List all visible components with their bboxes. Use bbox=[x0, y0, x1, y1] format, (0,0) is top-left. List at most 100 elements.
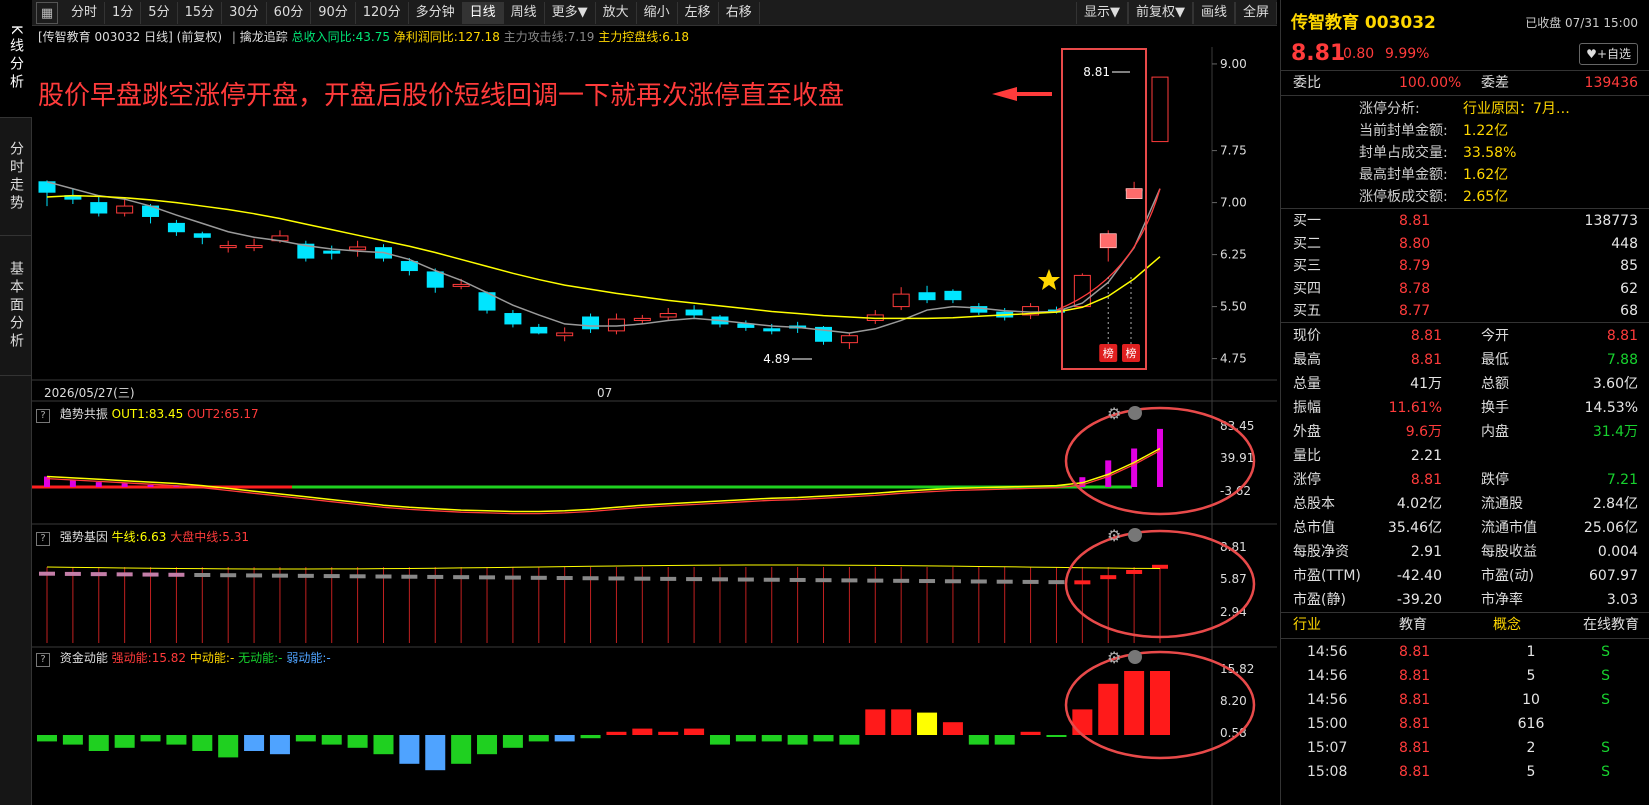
period-button[interactable]: 1分 bbox=[105, 1, 142, 24]
p2-block bbox=[1126, 569, 1143, 574]
panel3-bar: ? 资金动能 强动能:15.82 中动能:- 无动能:- 弱动能:- bbox=[32, 648, 1277, 668]
candle-body bbox=[349, 246, 367, 251]
p3-bar bbox=[114, 735, 135, 748]
bid-row[interactable]: 买三 8.79 85 bbox=[1281, 255, 1649, 277]
stat-row: 外盘 9.6万 内盘 31.4万 bbox=[1281, 421, 1649, 443]
p2-block bbox=[1100, 575, 1117, 580]
bid-row[interactable]: 买二 8.80 448 bbox=[1281, 233, 1649, 255]
high-price-label: 8.81 bbox=[1083, 65, 1110, 79]
stat-row: 总量 41万 总额 3.60亿 bbox=[1281, 373, 1649, 395]
stat-row: 量比 2.21 bbox=[1281, 445, 1649, 467]
market-status: 已收盘 07/31 15:00 bbox=[1525, 16, 1638, 30]
help-icon[interactable]: ? bbox=[36, 532, 50, 546]
p2-block bbox=[246, 573, 263, 578]
order-ratio-value: 100.00% bbox=[1399, 75, 1462, 91]
period-button[interactable]: 90分 bbox=[311, 1, 356, 24]
p1-bar bbox=[1157, 428, 1163, 487]
concept-value[interactable]: 在线教育 bbox=[1583, 614, 1639, 636]
tick-side: S bbox=[1601, 764, 1610, 780]
bid-label: 买四 bbox=[1293, 280, 1321, 297]
panel3-strong: 强动能:15.82 bbox=[111, 651, 187, 665]
p3-bar bbox=[813, 735, 834, 742]
p2-block bbox=[1074, 580, 1091, 585]
tick-row: 15:00 8.81 616 bbox=[1281, 713, 1649, 735]
stat-value: -42.40 bbox=[1396, 568, 1442, 584]
grid-icon[interactable]: ▦ bbox=[36, 1, 58, 24]
period-button[interactable]: 分时 bbox=[64, 1, 106, 24]
bid-label: 买五 bbox=[1293, 303, 1321, 319]
industry-row: 行业 教育 概念 在线教育 bbox=[1281, 614, 1649, 636]
toolbar-right-button[interactable]: 前复权▼ bbox=[1127, 2, 1193, 24]
date-label: 2026/05/27(三) bbox=[44, 386, 135, 400]
tab-kline[interactable]: K线分析 bbox=[0, 0, 32, 118]
bid-row[interactable]: 买五 8.77 68 bbox=[1281, 300, 1649, 322]
p2-block bbox=[39, 571, 55, 576]
p2-block bbox=[737, 577, 754, 582]
tick-row: 14:56 8.81 10 S bbox=[1281, 689, 1649, 711]
p3-bar bbox=[606, 731, 627, 735]
quote-panel: 传智教育 003032 已收盘 07/31 15:00 8.81 0.80 9.… bbox=[1280, 0, 1649, 805]
panel3-medium: 中动能:- bbox=[189, 651, 235, 665]
add-watchlist-button[interactable]: ♥+自选 bbox=[1579, 43, 1638, 65]
control-line: 主力控盘线:6.18 bbox=[598, 30, 690, 44]
p2-block bbox=[168, 572, 185, 577]
p3-bar bbox=[761, 735, 782, 742]
period-button[interactable]: 15分 bbox=[178, 1, 223, 24]
indicator-name[interactable]: 擒龙追踪 bbox=[240, 30, 288, 44]
help-icon[interactable]: ? bbox=[36, 409, 50, 423]
period-button[interactable]: 多分钟 bbox=[409, 1, 463, 24]
p3-bar bbox=[321, 735, 342, 745]
period-button[interactable]: 周线 bbox=[504, 1, 545, 24]
tick-price: 8.81 bbox=[1399, 764, 1431, 780]
period-buttons: 分时 1分 5分 15分 30分 60分 90分 120分 多分钟 日线 周线 更多▼ 放大 缩小 左移 右移 bbox=[64, 1, 760, 24]
price-row: 8.81 0.80 9.99% ♥+自选 bbox=[1281, 40, 1649, 68]
period-button[interactable]: 60分 bbox=[267, 1, 312, 24]
period-button[interactable]: 日线 bbox=[462, 1, 504, 24]
period-button[interactable]: 120分 bbox=[356, 1, 409, 24]
toolbar-right-button[interactable]: 画线 bbox=[1192, 2, 1235, 24]
panel1-out1: OUT1:83.45 bbox=[111, 407, 184, 421]
p2-block bbox=[220, 573, 237, 578]
stat-label: 涨停 bbox=[1293, 472, 1321, 488]
adjust-label: (前复权) bbox=[176, 30, 223, 44]
industry-value[interactable]: 教育 bbox=[1399, 614, 1427, 636]
p3-bar bbox=[528, 735, 549, 742]
stat-value: 2.91 bbox=[1410, 544, 1442, 560]
tab-intraday[interactable]: 分时走势 bbox=[0, 118, 32, 236]
tick-volume: 10 bbox=[1522, 692, 1540, 708]
help-icon[interactable]: ? bbox=[36, 653, 50, 667]
p3-bar bbox=[632, 728, 653, 735]
tab-fundamentals[interactable]: 基本面分析 bbox=[0, 236, 32, 376]
panel3-none: 无动能:- bbox=[238, 651, 283, 665]
stat-value: -39.20 bbox=[1396, 592, 1442, 608]
period-button[interactable]: 5分 bbox=[141, 1, 178, 24]
period-button[interactable]: 左移 bbox=[678, 1, 719, 24]
p1-out2-line bbox=[46, 450, 1161, 515]
period-button[interactable]: 右移 bbox=[719, 1, 760, 24]
p3-bar bbox=[917, 712, 938, 735]
tick-volume: 5 bbox=[1526, 764, 1536, 780]
stat-value: 8.81 bbox=[1410, 352, 1442, 368]
p3-bar bbox=[787, 735, 808, 745]
p3-tick-label: 8.20 bbox=[1220, 694, 1247, 708]
tick-price: 8.81 bbox=[1399, 668, 1431, 684]
bid-row[interactable]: 买四 8.78 62 bbox=[1281, 278, 1649, 300]
y-tick-label: 5.50 bbox=[1220, 300, 1247, 314]
period-button[interactable]: 缩小 bbox=[637, 1, 678, 24]
bid-row[interactable]: 买一 8.81 138773 bbox=[1281, 210, 1649, 232]
order-diff-value: 139436 bbox=[1584, 75, 1638, 91]
p3-bar bbox=[554, 735, 575, 742]
bid-label: 买一 bbox=[1293, 213, 1321, 229]
panel1-bar: ? 趋势共振 OUT1:83.45 OUT2:65.17 bbox=[32, 404, 1277, 424]
price-change: 0.80 bbox=[1343, 46, 1375, 62]
toolbar-right-button[interactable]: 全屏 bbox=[1234, 2, 1277, 24]
period-button[interactable]: 放大 bbox=[596, 1, 637, 24]
stat-label: 总股本 bbox=[1293, 496, 1335, 512]
tick-volume: 5 bbox=[1526, 668, 1536, 684]
period-button[interactable]: 更多▼ bbox=[545, 1, 596, 24]
toolbar-right-button[interactable]: 显示▼ bbox=[1075, 2, 1128, 24]
highlight-box bbox=[1061, 48, 1147, 370]
p3-bar bbox=[658, 731, 679, 735]
period-button[interactable]: 30分 bbox=[222, 1, 267, 24]
chart-area[interactable]: 9.00 7.75 7.00 6.25 5.50 4.75 榜 榜 8.81 4.89 2026/0… bbox=[32, 47, 1277, 805]
